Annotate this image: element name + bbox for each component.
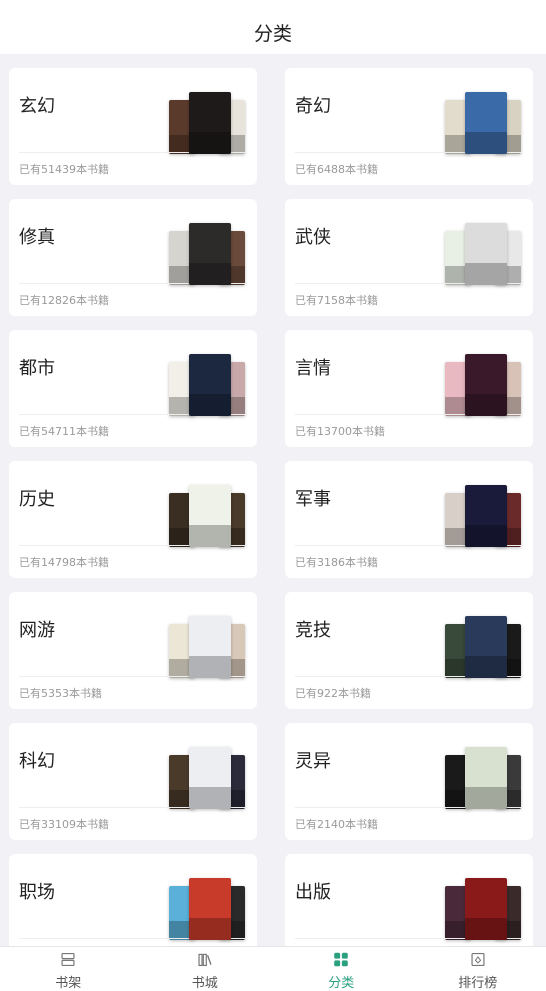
top-bar: 分类 xyxy=(0,0,546,54)
tab-category[interactable]: 分类 xyxy=(273,947,410,991)
book-cover-stack xyxy=(443,616,525,680)
ranking-icon xyxy=(471,952,485,967)
book-count: 已有12826本书籍 xyxy=(19,294,109,307)
book-cover-image xyxy=(465,92,507,154)
category-card[interactable]: 武侠已有7158本书籍 xyxy=(285,199,533,316)
tab-label: 分类 xyxy=(328,976,355,991)
category-name: 修真 xyxy=(19,227,55,248)
category-name: 言情 xyxy=(295,358,331,379)
book-cover-stack xyxy=(443,878,525,942)
book-count: 已有51439本书籍 xyxy=(19,163,109,176)
page-title: 分类 xyxy=(253,23,292,45)
book-count: 已有54711本书籍 xyxy=(19,425,109,438)
category-name: 玄幻 xyxy=(19,96,55,117)
book-cover-image xyxy=(189,223,231,285)
book-cover-stack xyxy=(443,354,525,418)
category-name: 军事 xyxy=(295,489,331,510)
book-cover-image xyxy=(189,878,231,940)
category-icon xyxy=(334,952,349,967)
category-card[interactable]: 军事已有3186本书籍 xyxy=(285,461,533,578)
book-cover-image xyxy=(189,354,231,416)
book-cover-stack xyxy=(443,223,525,287)
category-card[interactable]: 都市已有54711本书籍 xyxy=(9,330,257,447)
category-name: 竞技 xyxy=(295,620,331,641)
bottom-tab-bar: 书架 书城 分类 排行榜 xyxy=(0,946,546,991)
bookstore-icon xyxy=(198,953,212,967)
tab-label: 排行榜 xyxy=(458,976,498,991)
category-card[interactable]: 网游已有5353本书籍 xyxy=(9,592,257,709)
category-name: 灵异 xyxy=(295,751,331,772)
category-card[interactable]: 修真已有12826本书籍 xyxy=(9,199,257,316)
category-name: 奇幻 xyxy=(295,96,331,117)
category-card[interactable]: 科幻已有33109本书籍 xyxy=(9,723,257,840)
book-cover-stack xyxy=(167,223,249,287)
category-card[interactable]: 职场 xyxy=(9,854,257,946)
category-name: 网游 xyxy=(19,620,55,641)
book-cover-stack xyxy=(167,747,249,811)
book-count: 已有5353本书籍 xyxy=(19,687,102,700)
book-cover-stack xyxy=(167,878,249,942)
tab-label: 书架 xyxy=(55,976,82,991)
category-name: 出版 xyxy=(295,882,331,903)
category-name: 科幻 xyxy=(19,751,55,772)
tab-label: 书城 xyxy=(191,976,218,991)
book-cover-image xyxy=(465,223,507,285)
book-cover-stack xyxy=(167,354,249,418)
book-cover-image xyxy=(189,747,231,809)
book-cover-stack xyxy=(167,616,249,680)
book-cover-stack xyxy=(443,747,525,811)
bookshelf-icon xyxy=(61,952,75,967)
tab-ranking[interactable]: 排行榜 xyxy=(410,947,546,991)
book-count: 已有922本书籍 xyxy=(295,687,371,700)
category-grid: 玄幻 已有51439本书籍 奇幻 已有6488本书籍 修真 已有12826本书籍 武侠 已有7… xyxy=(9,68,533,946)
book-count: 已有7158本书籍 xyxy=(295,294,378,307)
category-card[interactable]: 言情已有13700本书籍 xyxy=(285,330,533,447)
book-cover-image xyxy=(465,354,507,416)
book-cover-image xyxy=(465,616,507,678)
book-cover-image xyxy=(465,747,507,809)
book-count: 已有3186本书籍 xyxy=(295,556,378,569)
category-name: 都市 xyxy=(19,358,55,379)
category-card[interactable]: 竞技已有922本书籍 xyxy=(285,592,533,709)
book-cover-image xyxy=(465,485,507,547)
book-cover-image xyxy=(189,616,231,678)
book-cover-stack xyxy=(167,485,249,549)
book-count: 已有14798本书籍 xyxy=(19,556,109,569)
tab-bookstore[interactable]: 书城 xyxy=(137,947,274,991)
book-cover-stack xyxy=(167,92,249,156)
book-count: 已有6488本书籍 xyxy=(295,163,378,176)
book-count: 已有33109本书籍 xyxy=(19,818,109,831)
book-count: 已有2140本书籍 xyxy=(295,818,378,831)
category-card[interactable]: 奇幻已有6488本书籍 xyxy=(285,68,533,185)
category-name: 武侠 xyxy=(295,227,331,248)
category-card[interactable]: 玄幻已有51439本书籍 xyxy=(9,68,257,185)
book-cover-image xyxy=(189,485,231,547)
book-cover-image xyxy=(189,92,231,154)
category-card[interactable]: 历史已有14798本书籍 xyxy=(9,461,257,578)
category-name: 职场 xyxy=(19,882,55,903)
category-card[interactable]: 灵异已有2140本书籍 xyxy=(285,723,533,840)
tab-bookshelf[interactable]: 书架 xyxy=(0,947,137,991)
category-card[interactable]: 出版 xyxy=(285,854,533,946)
book-count: 已有13700本书籍 xyxy=(295,425,385,438)
book-cover-stack xyxy=(443,485,525,549)
book-cover-image xyxy=(465,878,507,940)
category-name: 历史 xyxy=(19,489,55,510)
book-cover-stack xyxy=(443,92,525,156)
